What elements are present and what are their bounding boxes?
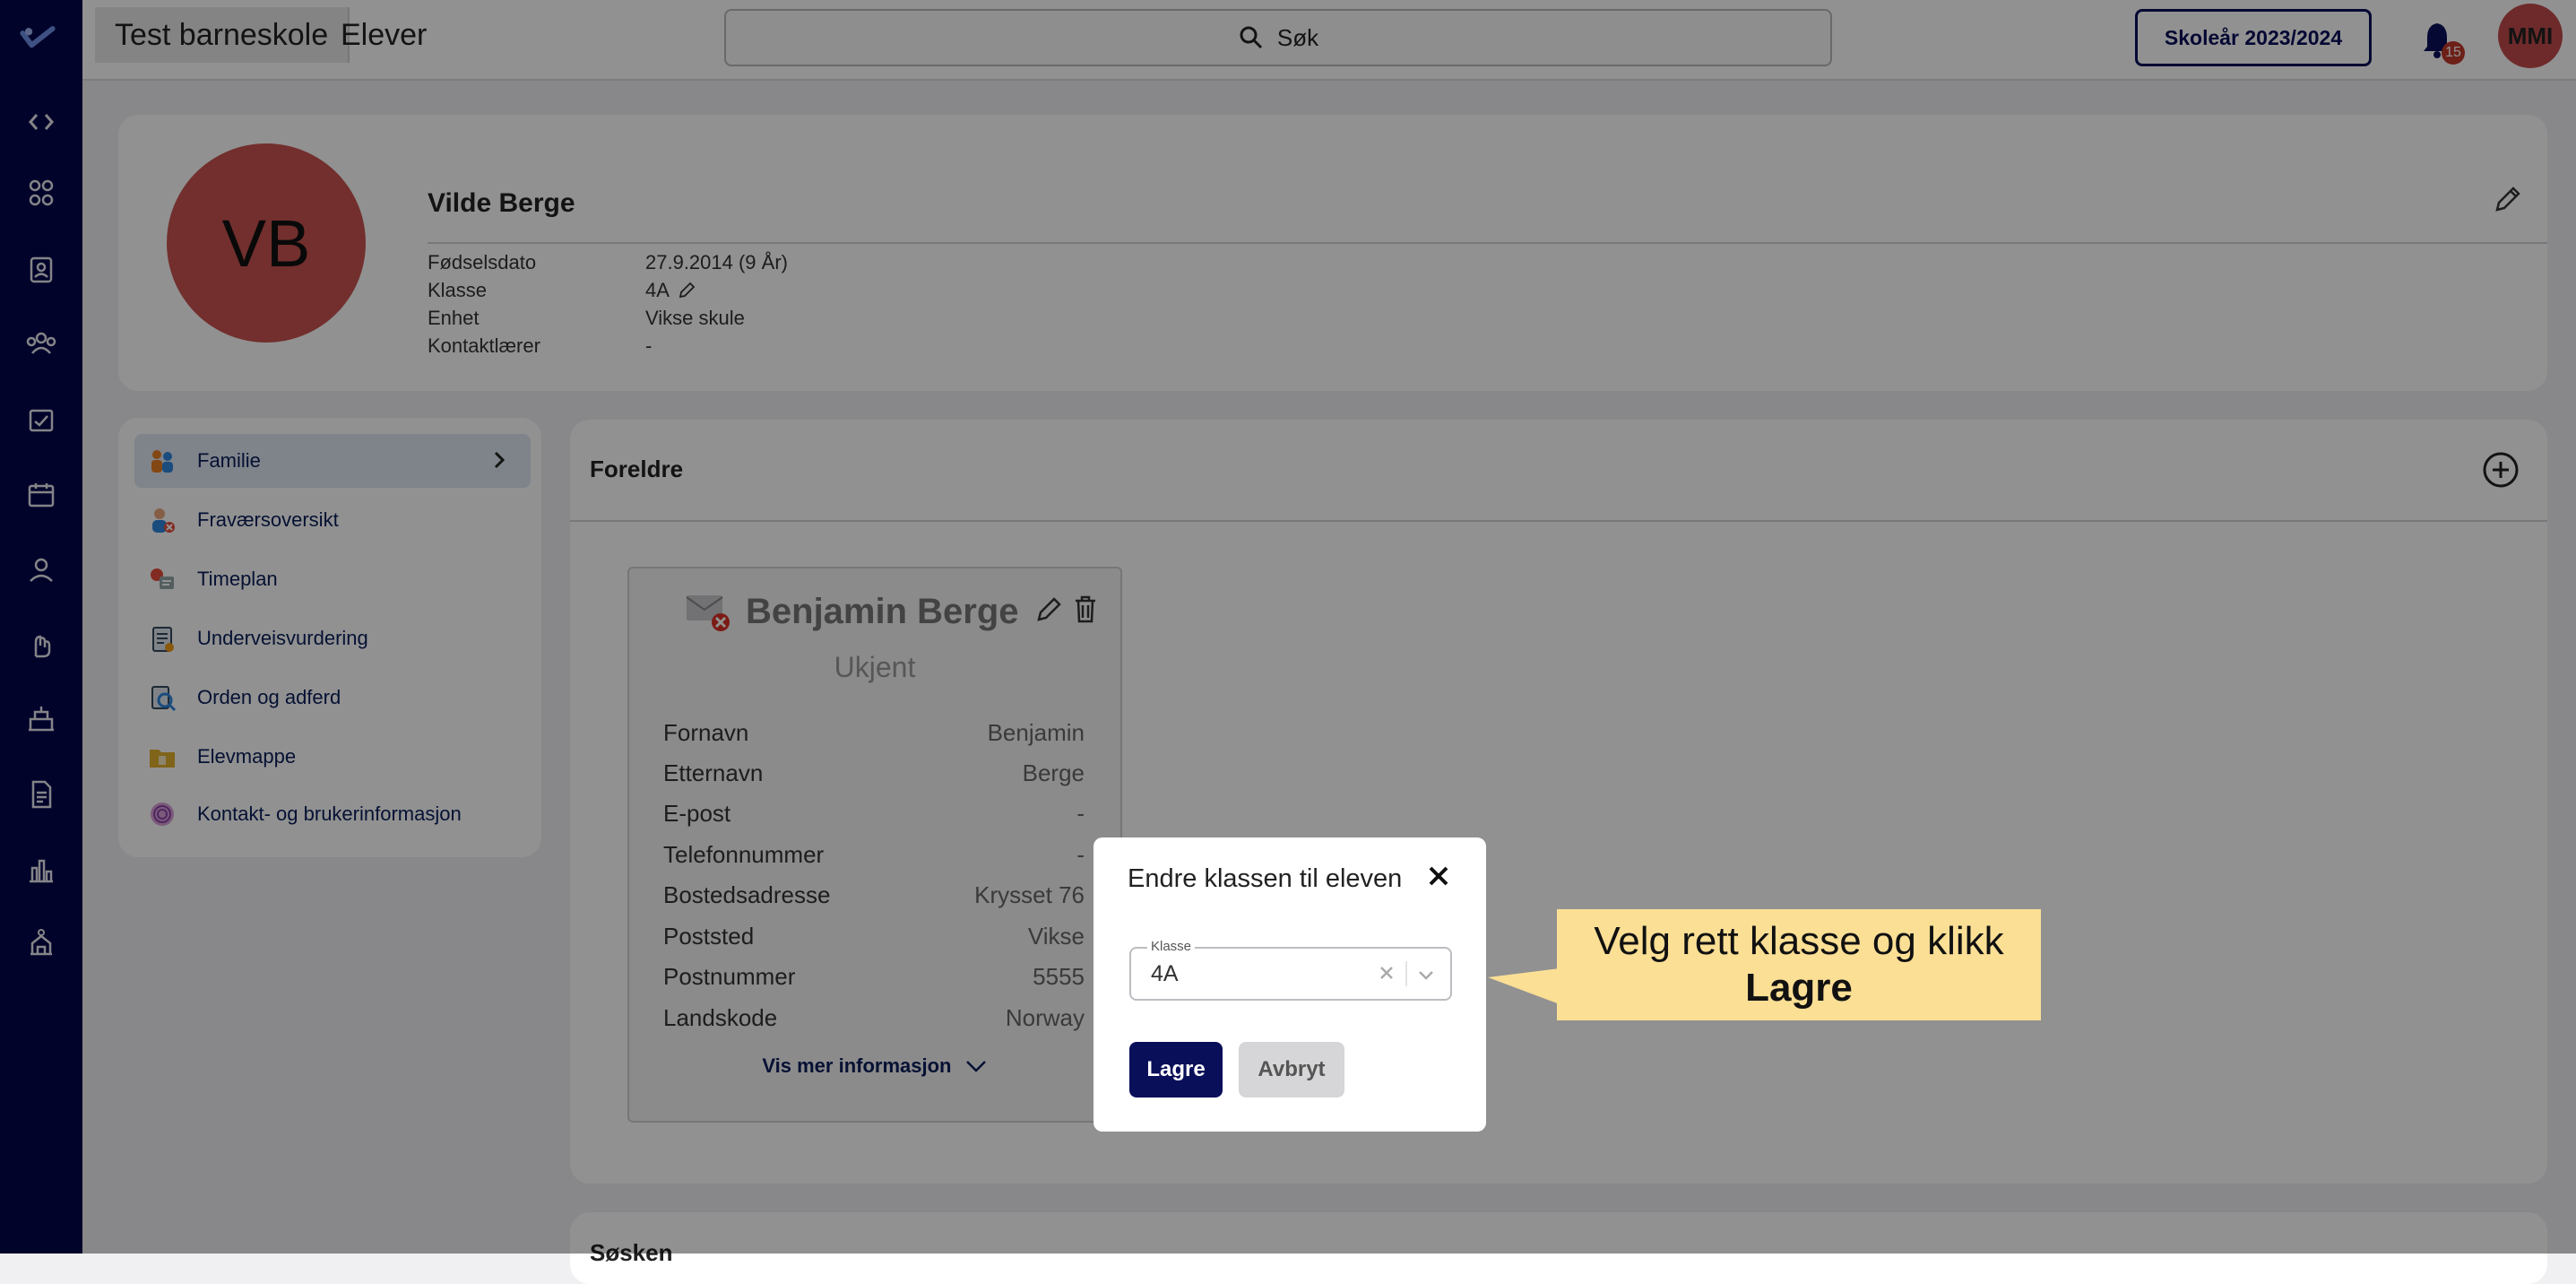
- callout-pointer: [1488, 968, 1560, 1004]
- save-button[interactable]: Lagre: [1129, 1042, 1223, 1097]
- dialog-title: Endre klassen til eleven: [1128, 864, 1403, 893]
- select-value: 4A: [1151, 961, 1179, 986]
- callout-text-bold: Lagre: [1745, 966, 1853, 1010]
- clear-icon[interactable]: [1377, 963, 1396, 983]
- callout-text: Velg rett klasse og klikk: [1594, 919, 2004, 963]
- cancel-button[interactable]: Avbryt: [1239, 1042, 1344, 1097]
- close-icon[interactable]: [1425, 863, 1452, 889]
- divider: [1405, 961, 1407, 986]
- select-label: Klasse: [1147, 939, 1196, 954]
- class-select[interactable]: Klasse 4A: [1129, 939, 1452, 1001]
- instruction-callout: Velg rett klasse og klikk Lagre: [1557, 909, 2041, 1020]
- change-class-dialog: Endre klassen til eleven Klasse 4A Lagre…: [1094, 837, 1486, 1132]
- chevron-down-icon[interactable]: [1416, 965, 1436, 985]
